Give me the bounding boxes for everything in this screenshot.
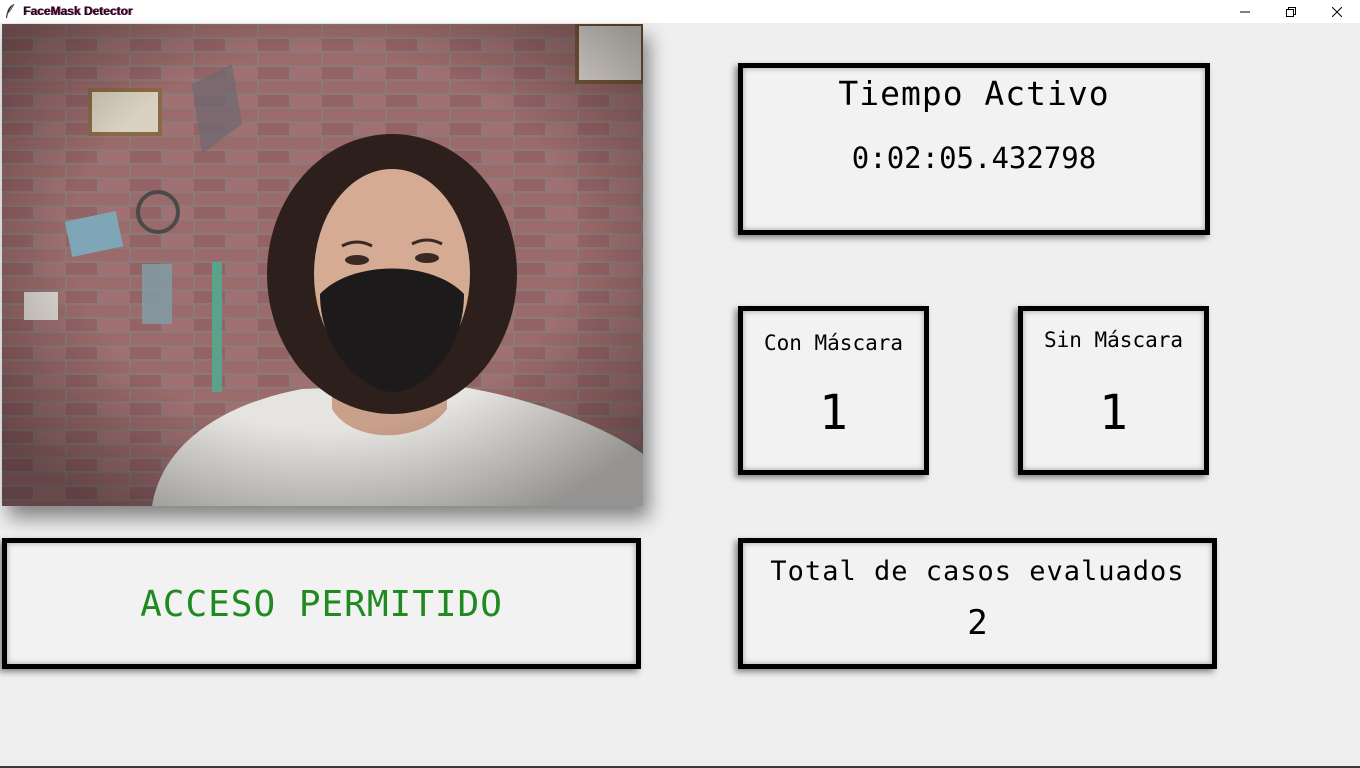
without-mask-panel: Sin Máscara 1 [1018, 306, 1209, 475]
total-cases-panel: Total de casos evaluados 2 [738, 538, 1217, 669]
active-time-panel: Tiempo Activo 0:02:05.432798 [738, 63, 1210, 235]
restore-icon [1286, 6, 1296, 17]
active-time-value: 0:02:05.432798 [851, 141, 1097, 175]
with-mask-label: Con Máscara [763, 331, 904, 355]
without-mask-label: Sin Máscara [1043, 328, 1184, 352]
with-mask-count: 1 [819, 385, 848, 441]
title-bar: FaceMask Detector [0, 0, 1360, 23]
with-mask-panel: Con Máscara 1 [738, 306, 929, 475]
window-title: FaceMask Detector [23, 4, 133, 18]
access-status-panel: ACCESO PERMITIDO [2, 538, 641, 669]
close-icon [1332, 6, 1342, 17]
active-time-label: Tiempo Activo [838, 74, 1110, 113]
access-status-text: ACCESO PERMITIDO [140, 584, 503, 625]
webcam-feed [2, 24, 643, 506]
total-cases-value: 2 [967, 603, 988, 643]
total-cases-label: Total de casos evaluados [770, 556, 1185, 587]
restore-button[interactable] [1268, 0, 1314, 23]
minimize-button[interactable] [1222, 0, 1268, 23]
webcam-image [2, 24, 643, 506]
without-mask-count: 1 [1099, 385, 1128, 441]
minimize-icon [1240, 11, 1250, 12]
feather-icon [6, 3, 15, 18]
close-button[interactable] [1314, 0, 1360, 23]
